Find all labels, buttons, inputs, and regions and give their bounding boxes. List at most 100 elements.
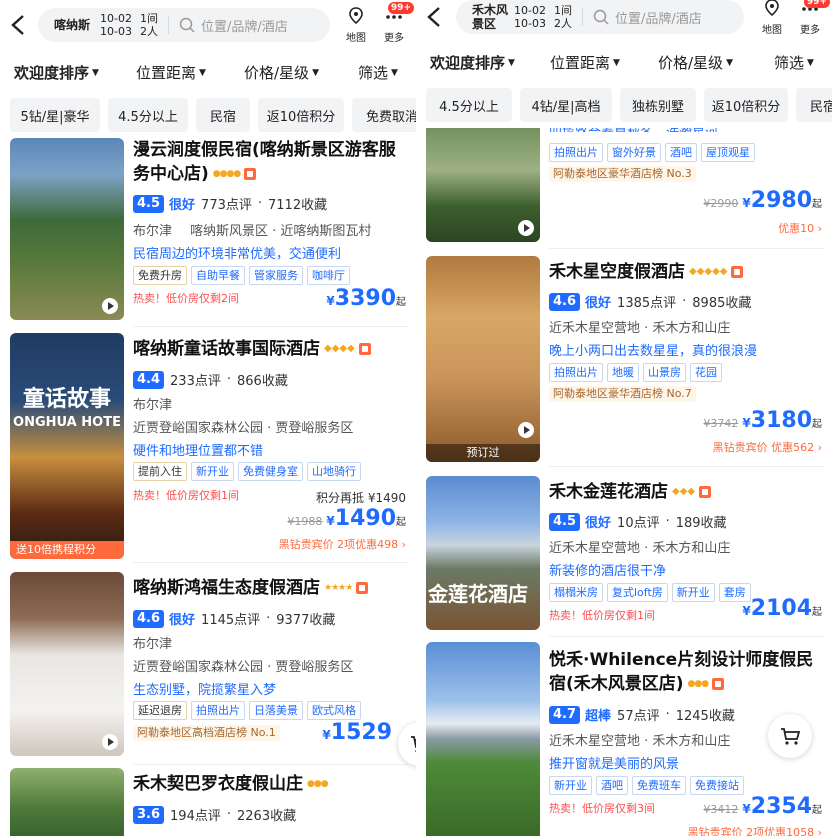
- score: 4.6: [549, 292, 581, 311]
- hotel-photo[interactable]: [10, 768, 124, 836]
- rooms: 1间: [139, 12, 158, 25]
- room-people[interactable]: 1间 2人: [140, 12, 158, 38]
- hotel-name[interactable]: 禾木星空度假酒店 ◆◆◆◆◆: [549, 260, 824, 284]
- hotel-name-text: 悦禾·Whilence片刻设计师度假民宿(禾木风景区店): [549, 650, 814, 694]
- chip-luxury[interactable]: 5钻/星|豪华: [10, 98, 100, 132]
- price[interactable]: ¥1988 ¥1490起: [287, 506, 406, 531]
- sort-filter[interactable]: 筛选 ▼: [358, 62, 398, 83]
- sort-popularity[interactable]: 欢迎度排序 ▼: [14, 62, 99, 83]
- price[interactable]: ¥2104起: [742, 596, 822, 621]
- fav-count: 9377收藏: [276, 613, 336, 628]
- hotel-location: 近贾登峪国家森林公园 · 贾登峪服务区: [133, 660, 354, 675]
- tag: 新开业: [191, 462, 234, 481]
- destination[interactable]: 禾木风景区: [456, 3, 508, 31]
- sort-price-star[interactable]: 价格/星级 ▼: [658, 52, 733, 73]
- dates[interactable]: 10-02 10-03: [514, 4, 546, 30]
- map-button[interactable]: 地图: [758, 0, 786, 36]
- chip-free-cancel[interactable]: 免费取消: [352, 98, 416, 132]
- hotel-name[interactable]: 喀纳斯鸿福生态度假酒店 ★★★★: [133, 576, 408, 600]
- tag: 咖啡厅: [307, 266, 350, 285]
- tag: 窗外好景: [607, 143, 661, 162]
- review-quote: 生态别墅，院揽繁星入梦: [133, 683, 277, 698]
- score: 4.4: [133, 370, 165, 389]
- diamond-rating-icon: ◆◆◆: [672, 486, 696, 497]
- promo-text[interactable]: 黑钻贵宾价 2项优惠498 ›: [279, 536, 406, 552]
- tag: 新开业: [671, 583, 715, 602]
- people: 2人: [553, 17, 572, 30]
- sort-popularity[interactable]: 欢迎度排序 ▼: [430, 52, 515, 73]
- sort-distance[interactable]: 位置距离 ▼: [550, 52, 620, 73]
- score: 3.6: [133, 805, 165, 824]
- hotel-name[interactable]: 禾木金莲花酒店 ◆◆◆: [549, 480, 824, 504]
- sort-price-star[interactable]: 价格/星级 ▼: [244, 62, 319, 83]
- hotel-name[interactable]: 漫云涧度假民宿(喀纳斯景区游客服务中心店) ●●●●: [133, 138, 408, 186]
- hotel-name[interactable]: 禾木契巴罗衣度假山庄 ●●●: [133, 772, 408, 796]
- hotel-photo[interactable]: 金莲花酒店: [426, 476, 540, 630]
- destination[interactable]: 喀纳斯: [38, 18, 90, 32]
- rank-badge[interactable]: 阿勒泰地区豪华酒店榜 No.7: [549, 386, 696, 402]
- fav-count: 7112收藏: [268, 198, 328, 213]
- hotel-photo[interactable]: [426, 122, 540, 242]
- promo-text[interactable]: 黑钻贵宾价 优惠562 ›: [713, 439, 822, 455]
- price[interactable]: ¥3412 ¥2354起: [703, 794, 822, 819]
- tag: 免费班车: [632, 776, 686, 795]
- map-button[interactable]: 地图: [342, 6, 370, 44]
- old-price: ¥3742: [703, 417, 739, 430]
- old-price: ¥2990: [703, 197, 739, 210]
- hotel-photo[interactable]: [10, 138, 124, 320]
- chip-rating[interactable]: 4.5分以上: [108, 98, 188, 132]
- divider: [133, 326, 408, 327]
- tag-row: 提前入住 新开业 免费健身室 山地骑行: [133, 462, 361, 481]
- promo-text[interactable]: 黑钻贵宾价 2项优惠1058 ›: [688, 824, 822, 836]
- chip-villa[interactable]: 独栋别墅: [620, 88, 696, 122]
- room-people[interactable]: 1间 2人: [554, 4, 572, 30]
- search-pill[interactable]: 喀纳斯 10-02 10-03 1间 2人 位置/品牌/酒店: [38, 8, 330, 42]
- tag-row: 拍照出片 窗外好景 酒吧 屋顶观星: [549, 143, 755, 162]
- back-icon[interactable]: [426, 6, 442, 28]
- hotel-name[interactable]: 喀纳斯童话故事国际酒店 ◆◆◆◆: [133, 337, 408, 361]
- promo-text[interactable]: 优惠10 ›: [778, 220, 822, 236]
- hotel-photo[interactable]: 童话故事 ONGHUA HOTE: [10, 333, 124, 559]
- chip-homestay[interactable]: 民宿: [796, 88, 832, 122]
- price[interactable]: ¥3742 ¥3180起: [703, 408, 822, 433]
- sort-distance[interactable]: 位置距离 ▼: [136, 62, 206, 83]
- hotel-photo[interactable]: [10, 572, 124, 756]
- search-placeholder[interactable]: 位置/品牌/酒店: [201, 16, 288, 35]
- chip-rating[interactable]: 4.5分以上: [426, 88, 512, 122]
- hotel-name[interactable]: 悦禾·Whilence片刻设计师度假民宿(禾木风景区店) ●●●: [549, 648, 824, 696]
- more-button[interactable]: 99+ 更多: [794, 0, 830, 36]
- back-icon[interactable]: [10, 14, 26, 36]
- chip-points[interactable]: 返10倍积分: [704, 88, 788, 122]
- fav-count: 1245收藏: [675, 709, 735, 724]
- price-suffix: 起: [812, 419, 822, 430]
- hotel-photo[interactable]: [426, 256, 540, 462]
- price[interactable]: ¥1529: [322, 720, 392, 745]
- rank-badge[interactable]: 阿勒泰地区高档酒店榜 No.1: [133, 725, 280, 741]
- more-button[interactable]: 99+ 更多: [378, 2, 414, 44]
- tag: 拍照出片: [549, 363, 603, 382]
- price[interactable]: ¥2990 ¥2980起: [703, 188, 822, 213]
- quick-filters: 4.5分以上 4钻/星|高档 独栋别墅 返10倍积分 民宿: [416, 82, 832, 128]
- hot-sale: 热卖！低价房仅剩2间: [133, 292, 239, 305]
- review-quote: 晚上小两口出去数星星，真的很浪漫: [549, 344, 758, 359]
- fav-count: 189收藏: [675, 516, 727, 531]
- chip-upscale[interactable]: 4钻/星|高档: [520, 88, 612, 122]
- score-label: 很好: [585, 516, 612, 531]
- hotel-name-text: 禾木金莲花酒店: [549, 482, 668, 502]
- sort-filter[interactable]: 筛选 ▼: [774, 52, 814, 73]
- hotel-photo[interactable]: [426, 642, 540, 836]
- chip-points[interactable]: 返10倍积分: [258, 98, 344, 132]
- currency: ¥: [326, 294, 335, 308]
- rating-row: 4.6 很好 1385点评 · 8985收藏: [549, 292, 751, 311]
- price[interactable]: ¥3390起: [326, 286, 406, 311]
- search-placeholder[interactable]: 位置/品牌/酒店: [615, 8, 702, 27]
- search-pill[interactable]: 禾木风景区 10-02 10-03 1间 2人 位置/品牌/酒店: [456, 0, 744, 34]
- tag: 新开业: [549, 776, 592, 795]
- fav-count: 8985收藏: [692, 296, 752, 311]
- dates[interactable]: 10-02 10-03: [100, 12, 132, 38]
- cart-button[interactable]: [768, 714, 812, 758]
- rank-badge[interactable]: 阿勒泰地区豪华酒店榜 No.3: [549, 166, 696, 182]
- cart-button[interactable]: [398, 722, 416, 766]
- chip-homestay[interactable]: 民宿: [196, 98, 250, 132]
- search-icon: [593, 9, 609, 25]
